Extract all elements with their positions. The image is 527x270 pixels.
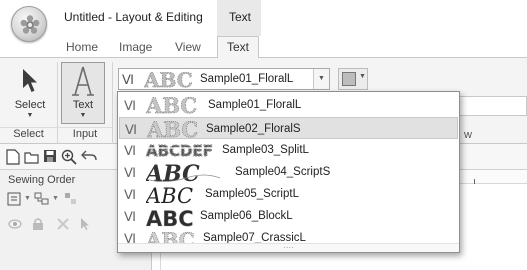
delete-icon[interactable]: [56, 217, 70, 231]
font-selector-value: Sample01_FloralL: [200, 73, 294, 85]
app-orb-icon: [20, 15, 40, 34]
font-name: Sample01_FloralL: [208, 99, 302, 111]
text-button[interactable]: Text ▼: [61, 62, 105, 124]
font-preview-floral-small: ABC: [147, 119, 199, 140]
svg-text:Ⅵ: Ⅵ: [124, 187, 136, 202]
font-list-item[interactable]: Ⅵ ABCDEF Sample03_SplitL: [119, 139, 458, 161]
select-button[interactable]: Select ▼: [7, 62, 53, 124]
svg-text:ABC: ABC: [144, 70, 193, 90]
panel-title: Sewing Order: [8, 174, 76, 186]
font-preview-block: ABC: [146, 207, 194, 228]
window-title: Untitled - Layout & Editing: [64, 10, 203, 24]
sort-dropdown-arrow[interactable]: ▼: [24, 195, 31, 202]
sort-icon[interactable]: [7, 192, 21, 206]
new-icon[interactable]: [6, 149, 20, 165]
color-swatch-icon: [342, 72, 356, 86]
group-icon[interactable]: [34, 192, 50, 206]
zoom-icon[interactable]: [61, 149, 77, 165]
svg-text:ABC: ABC: [147, 119, 198, 140]
font-preview-split: ABCDEF: [146, 141, 218, 161]
app-menu-button[interactable]: [11, 6, 47, 42]
context-tab-header: Text: [217, 0, 261, 36]
font-list-item[interactable]: Ⅵ ABC Sample01_FloralL: [119, 94, 458, 116]
font-type-icon: Ⅵ: [122, 72, 134, 86]
font-preview-abc: ABC: [144, 70, 193, 90]
svg-text:Ⅵ: Ⅵ: [125, 122, 137, 137]
group-input-label: Input: [58, 127, 112, 144]
color-combo[interactable]: ▼: [338, 68, 368, 90]
tab-image[interactable]: Image: [119, 40, 152, 54]
font-list-item[interactable]: Ⅵ ABC Sample05_ScriptL: [119, 183, 458, 206]
ruler-tick: [474, 179, 475, 184]
text-button-label: Text: [72, 99, 94, 111]
context-tab-title: Text: [229, 10, 252, 24]
font-name: Sample05_ScriptL: [205, 188, 299, 200]
font-type-icon: Ⅵ: [124, 98, 136, 113]
svg-text:ABC: ABC: [146, 207, 194, 228]
font-name: Sample02_FloralS: [206, 123, 301, 135]
group-select-label: Select: [0, 127, 57, 144]
font-name: Sample06_BlockL: [200, 210, 293, 222]
group-partial-label: w: [464, 129, 472, 141]
font-type-icon: Ⅵ: [124, 209, 136, 224]
visibility-icon[interactable]: [8, 217, 22, 231]
font-type-icon: Ⅵ: [124, 187, 136, 202]
title-bar: Untitled - Layout & Editing Text: [0, 0, 527, 36]
lock-icon[interactable]: [32, 217, 44, 231]
font-type-icon: Ⅵ: [125, 122, 137, 137]
svg-text:Ⅵ: Ⅵ: [124, 98, 136, 113]
font-type-icon: Ⅵ: [124, 143, 136, 158]
group-dropdown-arrow[interactable]: ▼: [52, 195, 59, 202]
select-arrow-icon: [23, 69, 37, 92]
ribbon-separator: [112, 62, 113, 144]
font-list-item[interactable]: Ⅵ ABC Sample04_ScriptS: [119, 161, 458, 184]
font-preview-floral-large: ABC: [146, 95, 198, 116]
font-preview-script-small: ABC: [146, 162, 221, 184]
svg-text:ABC: ABC: [146, 95, 197, 116]
text-tool-icon: [72, 66, 94, 96]
select-dropdown-arrow: ▼: [26, 112, 34, 119]
ribbon-tab-row: Home Image View Text: [0, 36, 527, 59]
tab-view[interactable]: View: [175, 40, 201, 54]
tab-text[interactable]: Text: [217, 36, 260, 59]
font-name: Sample03_SplitL: [222, 144, 309, 156]
tab-home[interactable]: Home: [66, 40, 98, 54]
undo-icon[interactable]: [81, 149, 97, 163]
pointer-icon[interactable]: [80, 217, 90, 231]
svg-text:Ⅵ: Ⅵ: [124, 165, 136, 180]
font-name: Sample04_ScriptS: [235, 166, 331, 178]
color-dropdown-arrow: ▼: [359, 73, 366, 80]
save-icon[interactable]: [43, 149, 57, 163]
svg-text:Ⅵ: Ⅵ: [122, 72, 134, 86]
font-list-item-selected[interactable]: Ⅵ ABC Sample02_FloralS: [119, 117, 458, 140]
font-preview-script-large: ABC: [146, 184, 193, 206]
open-icon[interactable]: [24, 149, 40, 165]
split-icon[interactable]: [64, 192, 78, 206]
svg-text:ABC: ABC: [146, 184, 193, 206]
text-dropdown-arrow: ▼: [79, 112, 87, 119]
select-button-label: Select: [14, 99, 46, 111]
resize-grip[interactable]: ····: [118, 243, 459, 252]
font-type-icon: Ⅵ: [124, 165, 136, 180]
font-list-item[interactable]: Ⅵ ABC Sample06_BlockL: [119, 205, 458, 228]
font-selector-combo[interactable]: Ⅵ ABC Sample01_FloralL ▼: [118, 68, 330, 90]
font-dropdown-list[interactable]: Ⅵ ABC Sample01_FloralL Ⅵ ABC Sample02_Fl…: [117, 91, 460, 253]
svg-text:ABCDEF: ABCDEF: [146, 142, 213, 160]
svg-text:Ⅵ: Ⅵ: [124, 209, 136, 224]
font-selector-arrow[interactable]: ▼: [313, 69, 329, 89]
svg-text:Ⅵ: Ⅵ: [124, 143, 136, 158]
